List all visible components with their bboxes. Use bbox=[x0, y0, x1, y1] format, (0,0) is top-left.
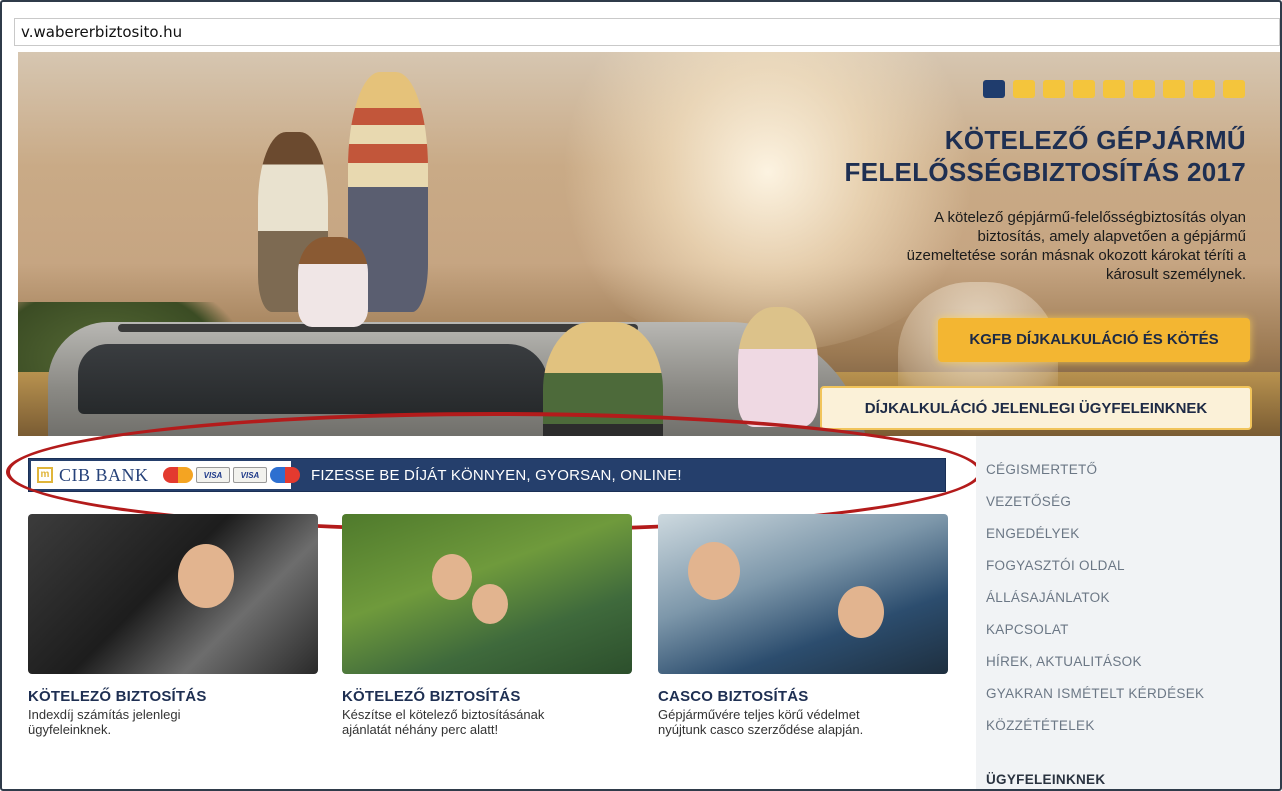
kgfb-calculation-button[interactable]: KGFB DÍJKALKULÁCIÓ ÉS KÖTÉS bbox=[938, 318, 1250, 362]
hero-text-line: üzemeltetése során másnak okozott károka… bbox=[906, 247, 1246, 264]
sidebar-item-company-profile[interactable]: CÉGISMERTETŐ bbox=[986, 462, 1204, 494]
girl-figure bbox=[738, 307, 818, 427]
hero-text-line: biztosítás, amely alapvetően a gépjármű bbox=[977, 228, 1246, 245]
sidebar-list: CÉGISMERTETŐ VEZETŐSÉG ENGEDÉLYEK FOGYAS… bbox=[986, 462, 1204, 750]
slider-dot[interactable] bbox=[1163, 80, 1185, 98]
sidebar-item-news[interactable]: HÍREK, AKTUALITÁSOK bbox=[986, 654, 1204, 686]
hero-banner: KÖTELEZŐ GÉPJÁRMŰ FELELŐSSÉGBIZTOSÍTÁS 2… bbox=[18, 52, 1280, 436]
sidebar-item-management[interactable]: VEZETŐSÉG bbox=[986, 494, 1204, 526]
slider-dot[interactable] bbox=[1133, 80, 1155, 98]
hero-text-line: A kötelező gépjármű-felelősségbiztosítás… bbox=[934, 209, 1246, 226]
slider-dot[interactable] bbox=[1103, 80, 1125, 98]
tile-description: Gépjárművére teljes körű védelmet nyújtu… bbox=[658, 707, 938, 737]
tile-image bbox=[342, 514, 632, 674]
existing-customer-calculation-button[interactable]: DÍJKALKULÁCIÓ JELENLEGI ÜGYFELEINKNEK bbox=[820, 386, 1252, 430]
tile-text-line: ügyfeleinknek. bbox=[28, 722, 112, 737]
sidebar-section-title: ÜGYFELEINKNEK bbox=[986, 772, 1106, 787]
product-tile-casco[interactable]: CASCO BIZTOSÍTÁS Gépjárművére teljes kör… bbox=[658, 514, 948, 737]
slider-dot[interactable] bbox=[1043, 80, 1065, 98]
tile-description: Készítse el kötelező biztosításának aján… bbox=[342, 707, 622, 737]
hero-title-line: FELELŐSSÉGBIZTOSÍTÁS 2017 bbox=[844, 157, 1246, 187]
tile-description: Indexdíj számítás jelenlegi ügyfeleinkne… bbox=[28, 707, 308, 737]
product-tile-mandatory-offer[interactable]: KÖTELEZŐ BIZTOSÍTÁS Készítse el kötelező… bbox=[342, 514, 632, 737]
sidebar-item-consumer-page[interactable]: FOGYASZTÓI OLDAL bbox=[986, 558, 1204, 590]
slider-dot[interactable] bbox=[1193, 80, 1215, 98]
car-window bbox=[78, 344, 548, 414]
sidebar-menu: CÉGISMERTETŐ VEZETŐSÉG ENGEDÉLYEK FOGYAS… bbox=[976, 436, 1280, 791]
sidebar-item-disclosures[interactable]: KÖZZÉTÉTELEK bbox=[986, 718, 1204, 750]
hero-description: A kötelező gépjármű-felelősségbiztosítás… bbox=[776, 208, 1246, 284]
tile-text-line: Gépjárművére teljes körű védelmet bbox=[658, 707, 860, 722]
face bbox=[838, 586, 884, 638]
slider-dot[interactable] bbox=[1073, 80, 1095, 98]
url-text: v.wabererbiztosito.hu bbox=[21, 23, 183, 41]
tile-title[interactable]: CASCO BIZTOSÍTÁS bbox=[658, 688, 948, 705]
slider-dot[interactable] bbox=[983, 80, 1005, 98]
face bbox=[432, 554, 472, 600]
hero-title: KÖTELEZŐ GÉPJÁRMŰ FELELŐSSÉGBIZTOSÍTÁS 2… bbox=[726, 124, 1246, 188]
slider-dots bbox=[983, 80, 1245, 98]
tile-text-line: Indexdíj számítás jelenlegi bbox=[28, 707, 181, 722]
tile-text-line: nyújtunk casco szerződése alapján. bbox=[658, 722, 864, 737]
slider-dot[interactable] bbox=[1223, 80, 1245, 98]
tile-image bbox=[658, 514, 948, 674]
face bbox=[472, 584, 508, 624]
address-bar[interactable]: v.wabererbiztosito.hu bbox=[14, 18, 1280, 46]
product-tile-mandatory-index[interactable]: KÖTELEZŐ BIZTOSÍTÁS Indexdíj számítás je… bbox=[28, 514, 318, 737]
face bbox=[178, 544, 234, 608]
roof-rack bbox=[118, 324, 638, 332]
sidebar-item-faq[interactable]: GYAKRAN ISMÉTELT KÉRDÉSEK bbox=[986, 686, 1204, 718]
tile-title[interactable]: KÖTELEZŐ BIZTOSÍTÁS bbox=[28, 688, 318, 705]
tile-image bbox=[28, 514, 318, 674]
tile-text-line: Készítse el kötelező biztosításának bbox=[342, 707, 545, 722]
hero-title-line: KÖTELEZŐ GÉPJÁRMŰ bbox=[944, 125, 1246, 155]
child-figure bbox=[298, 237, 368, 327]
sidebar-item-contact[interactable]: KAPCSOLAT bbox=[986, 622, 1204, 654]
tile-title[interactable]: KÖTELEZŐ BIZTOSÍTÁS bbox=[342, 688, 632, 705]
sidebar-item-jobs[interactable]: ÁLLÁSAJÁNLATOK bbox=[986, 590, 1204, 622]
sidebar-item-licenses[interactable]: ENGEDÉLYEK bbox=[986, 526, 1204, 558]
tile-text-line: ajánlatát néhány perc alatt! bbox=[342, 722, 499, 737]
face bbox=[688, 542, 740, 600]
hero-text-line: károsult személynek. bbox=[1105, 266, 1246, 283]
slider-dot[interactable] bbox=[1013, 80, 1035, 98]
